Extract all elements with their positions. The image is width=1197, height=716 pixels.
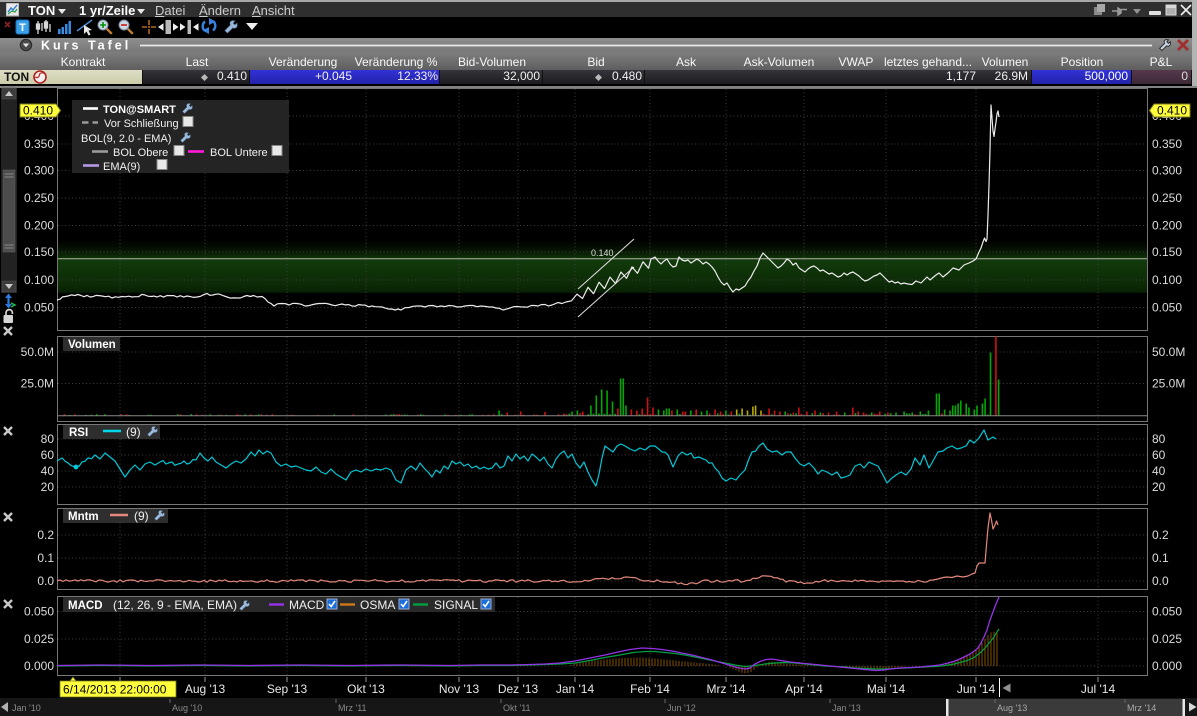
- svg-text:40: 40: [41, 464, 55, 478]
- svg-text:Mrz '14: Mrz '14: [1127, 703, 1156, 713]
- svg-text:OSMA: OSMA: [360, 598, 395, 612]
- svg-text:0.1: 0.1: [1152, 551, 1169, 565]
- svg-text:6/14/2013 22:00:00: 6/14/2013 22:00:00: [63, 683, 167, 697]
- svg-text:Sep '13: Sep '13: [267, 682, 308, 696]
- svg-text:50.0M: 50.0M: [1152, 345, 1185, 359]
- svg-text:Aug '10: Aug '10: [172, 703, 202, 713]
- svg-text:Kurs Tafel: Kurs Tafel: [41, 39, 131, 53]
- svg-text:0.000: 0.000: [24, 659, 54, 673]
- svg-text:0.025: 0.025: [24, 632, 54, 646]
- svg-text:Apr '14: Apr '14: [785, 682, 823, 696]
- svg-text:Jul '14: Jul '14: [1081, 682, 1116, 696]
- svg-text:BOL Obere: BOL Obere: [113, 147, 168, 159]
- svg-text:0.300: 0.300: [1152, 164, 1182, 178]
- svg-text:0.000: 0.000: [1152, 659, 1182, 673]
- svg-text:0.250: 0.250: [1152, 191, 1182, 205]
- svg-text:0.050: 0.050: [1152, 605, 1182, 619]
- svg-text:Mntm: Mntm: [68, 511, 99, 523]
- svg-text:Jan '14: Jan '14: [556, 682, 595, 696]
- svg-text:MACD: MACD: [289, 598, 325, 612]
- svg-text:Jan '13: Jan '13: [832, 703, 861, 713]
- svg-text:80: 80: [41, 432, 55, 446]
- svg-text:50.0M: 50.0M: [21, 345, 54, 359]
- svg-text:EMA(9): EMA(9): [103, 161, 140, 173]
- svg-text:Jan '10: Jan '10: [12, 703, 41, 713]
- svg-text:0.025: 0.025: [1152, 632, 1182, 646]
- svg-text:Mai '14: Mai '14: [867, 682, 906, 696]
- svg-text:(12, 26, 9 - EMA, EMA): (12, 26, 9 - EMA, EMA): [113, 598, 237, 612]
- svg-text:0.2: 0.2: [37, 528, 54, 542]
- svg-text:Mrz '11: Mrz '11: [338, 703, 367, 713]
- svg-text:(9): (9): [134, 509, 149, 523]
- svg-text:0.050: 0.050: [24, 605, 54, 619]
- svg-text:BOL Untere: BOL Untere: [210, 147, 268, 159]
- svg-text:25.0M: 25.0M: [1152, 377, 1185, 391]
- svg-text:0.0: 0.0: [37, 574, 54, 588]
- svg-text:Feb '14: Feb '14: [630, 682, 670, 696]
- svg-text:0.150: 0.150: [24, 245, 54, 259]
- svg-text:0.140: 0.140: [591, 248, 614, 258]
- svg-text:0.050: 0.050: [1152, 301, 1182, 315]
- svg-text:Okt '13: Okt '13: [347, 682, 385, 696]
- svg-text:0.1: 0.1: [37, 551, 54, 565]
- svg-text:Vor Schließung: Vor Schließung: [104, 118, 179, 130]
- svg-text:Aug '13: Aug '13: [185, 682, 226, 696]
- svg-text:Volumen: Volumen: [68, 339, 116, 351]
- svg-text:0.300: 0.300: [24, 164, 54, 178]
- svg-text:80: 80: [1152, 432, 1166, 446]
- svg-text:Dez '13: Dez '13: [498, 682, 539, 696]
- svg-text:BOL(9, 2.0 - EMA): BOL(9, 2.0 - EMA): [81, 133, 171, 145]
- svg-text:0.410: 0.410: [1157, 104, 1187, 118]
- svg-text:0.150: 0.150: [1152, 245, 1182, 259]
- svg-text:0.2: 0.2: [1152, 528, 1169, 542]
- svg-text:0.050: 0.050: [24, 301, 54, 315]
- svg-text:Nov '13: Nov '13: [439, 682, 480, 696]
- svg-text:0.100: 0.100: [1152, 273, 1182, 287]
- svg-text:0.250: 0.250: [24, 191, 54, 205]
- svg-text:Aug '13: Aug '13: [997, 703, 1027, 713]
- svg-text:0.350: 0.350: [24, 137, 54, 151]
- svg-text:SIGNAL: SIGNAL: [434, 598, 478, 612]
- svg-text:25.0M: 25.0M: [21, 377, 54, 391]
- svg-text:(9): (9): [126, 425, 141, 439]
- svg-text:0.100: 0.100: [24, 273, 54, 287]
- svg-text:MACD: MACD: [68, 600, 103, 612]
- svg-text:40: 40: [1152, 464, 1166, 478]
- svg-text:20: 20: [1152, 480, 1166, 494]
- svg-text:Okt '11: Okt '11: [503, 703, 531, 713]
- svg-text:20: 20: [41, 480, 55, 494]
- svg-text:0.200: 0.200: [1152, 219, 1182, 233]
- svg-text:Mrz '14: Mrz '14: [707, 682, 746, 696]
- svg-text:Jun '12: Jun '12: [667, 703, 696, 713]
- svg-text:T: T: [19, 22, 26, 34]
- svg-text:0.410: 0.410: [23, 104, 53, 118]
- svg-text:0.350: 0.350: [1152, 137, 1182, 151]
- svg-text:RSI: RSI: [69, 427, 88, 439]
- svg-text:Jun '14: Jun '14: [957, 682, 996, 696]
- svg-text:0.0: 0.0: [1152, 574, 1169, 588]
- svg-text:0.200: 0.200: [24, 219, 54, 233]
- svg-text:60: 60: [41, 448, 55, 462]
- svg-text:60: 60: [1152, 448, 1166, 462]
- svg-text:TON@SMART: TON@SMART: [103, 104, 176, 116]
